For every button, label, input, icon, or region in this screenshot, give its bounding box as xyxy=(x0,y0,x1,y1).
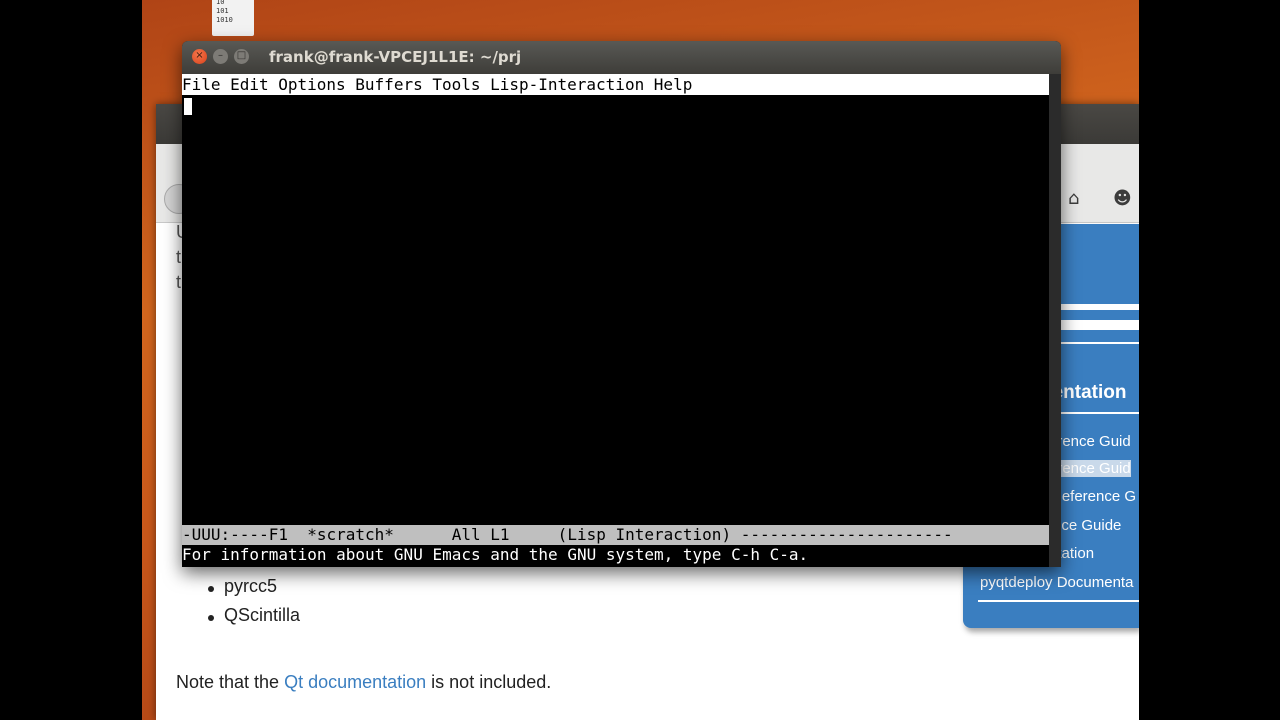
menu-help[interactable]: Help xyxy=(654,75,693,94)
menu-buffers[interactable]: Buffers xyxy=(355,75,422,94)
menu-lisp-interaction[interactable]: Lisp-Interaction xyxy=(490,75,644,94)
terminal-titlebar[interactable]: × – □ frank@frank-VPCEJ1L1E: ~/prj xyxy=(182,41,1061,74)
terminal-window[interactable]: × – □ frank@frank-VPCEJ1L1E: ~/prj File E… xyxy=(182,41,1061,567)
minimize-icon[interactable]: – xyxy=(213,49,228,64)
sidebar-link[interactable]: pyqtdeploy Documenta xyxy=(980,574,1133,591)
sidebar-link[interactable]: nce Guide xyxy=(1053,517,1121,534)
qt-documentation-link[interactable]: Qt documentation xyxy=(284,672,426,692)
menu-file[interactable]: File xyxy=(182,75,221,94)
terminal-scrollbar[interactable] xyxy=(1049,74,1061,567)
note-paragraph: Note that the Qt documentation is not in… xyxy=(176,672,551,693)
list-item: pyrcc5 xyxy=(224,576,278,596)
note-prefix: Note that the xyxy=(176,672,285,692)
icon-line: 101 xyxy=(216,7,229,15)
menu-edit[interactable]: Edit xyxy=(230,75,269,94)
close-icon[interactable]: × xyxy=(192,49,207,64)
bullet-dot xyxy=(208,615,214,621)
left-text-fragment: t xyxy=(176,247,182,267)
home-icon[interactable]: ⌂ xyxy=(1068,188,1079,209)
chat-icon[interactable]: ☻ xyxy=(1113,188,1132,209)
window-title: frank@frank-VPCEJ1L1E: ~/prj xyxy=(269,48,522,66)
sidebar-link-selected[interactable]: erence Guid xyxy=(1049,460,1131,477)
left-text-fragment: t xyxy=(176,272,182,292)
menu-tools[interactable]: Tools xyxy=(432,75,480,94)
sidebar-link[interactable]: erence Guid xyxy=(1049,433,1131,450)
icon-line: 10 xyxy=(216,0,225,6)
list-item: QScintilla xyxy=(224,605,301,625)
sidebar-link[interactable]: Reference G xyxy=(1051,488,1136,505)
maximize-icon[interactable]: □ xyxy=(234,49,249,64)
emacs-menubar: File Edit Options Buffers Tools Lisp-Interact… xyxy=(182,74,1049,95)
icon-line: 1010 xyxy=(216,16,233,24)
emacs-modeline: -UUU:----F1 *scratch* All L1 (Lisp Inter… xyxy=(182,525,1049,545)
text-cursor xyxy=(184,98,192,115)
note-suffix: is not included. xyxy=(426,672,552,692)
bullet-dot xyxy=(208,586,214,592)
menu-options[interactable]: Options xyxy=(278,75,345,94)
binary-file-icon[interactable]: 10 101 1010 xyxy=(212,0,254,36)
echo-area: For information about GNU Emacs and the … xyxy=(182,545,809,564)
